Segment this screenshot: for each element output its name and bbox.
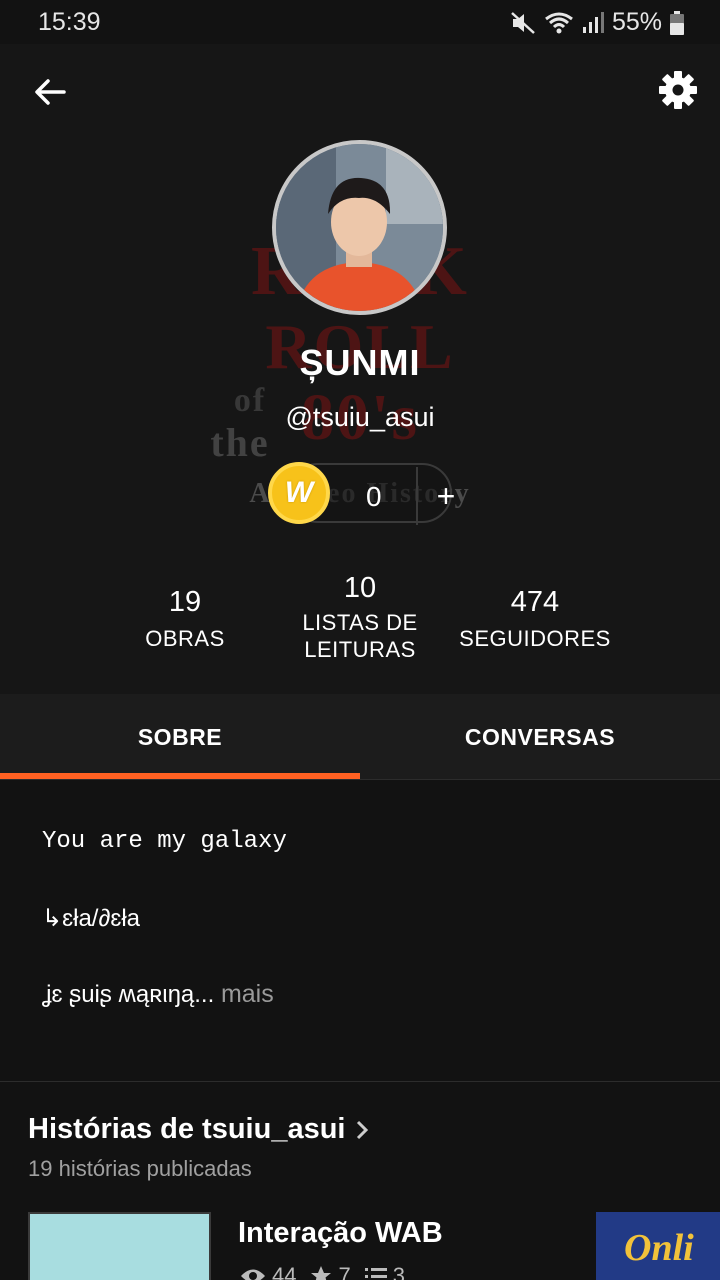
about-line: You are my galaxy xyxy=(42,828,287,855)
stories-section: Histórias de tsuiu_asui 19 histórias pub… xyxy=(0,1083,720,1280)
wattpad-coin-icon: W xyxy=(268,462,330,524)
settings-button[interactable] xyxy=(658,70,698,110)
avatar-photo xyxy=(276,144,443,311)
story-cover[interactable] xyxy=(28,1212,211,1280)
eye-icon xyxy=(241,1269,265,1280)
stat-value: 19 xyxy=(168,586,202,618)
coin-letter: W xyxy=(284,476,314,509)
display-name: ȘUNMI xyxy=(299,342,421,383)
profile-stats: 19 OBRAS 10 LISTAS DE LEITURAS 474 SEGUI… xyxy=(0,570,720,680)
stories-count: 19 histórias publicadas xyxy=(28,1156,252,1181)
gear-icon xyxy=(659,71,697,109)
story-cover-text: Onli xyxy=(624,1227,694,1269)
add-coins-button[interactable]: + xyxy=(420,467,472,525)
about-section: You are my galaxy ↳ɛła/∂ɛła ʝɛ ʂuiʂ ʍąʀι… xyxy=(0,780,720,1082)
chevron-right-icon xyxy=(356,1120,368,1139)
status-icons: 55% xyxy=(510,8,684,37)
story-views: 44 xyxy=(272,1263,297,1280)
stat-followers[interactable]: 474 SEGUIDORES xyxy=(455,586,615,652)
profile-header: ROCK ROLL of the 80's A Video History xyxy=(0,44,720,694)
about-line: ↳ɛła/∂ɛła xyxy=(42,905,141,932)
avatar[interactable] xyxy=(272,140,447,315)
stat-label: SEGUIDORES xyxy=(459,626,611,651)
status-time: 15:39 xyxy=(38,8,101,36)
story-title[interactable]: Interação WAB xyxy=(238,1217,443,1250)
active-tab-indicator xyxy=(0,773,360,779)
stories-title: Histórias de tsuiu_asui xyxy=(28,1113,346,1145)
battery-percent: 55% xyxy=(611,8,662,36)
tab-conversations[interactable]: CONVERSAS xyxy=(360,694,720,780)
story-votes: 7 xyxy=(338,1263,351,1280)
arrow-left-icon xyxy=(35,79,66,105)
about-line-text: ʝɛ ʂuiʂ ʍąʀιŋą... xyxy=(42,981,215,1008)
back-button[interactable] xyxy=(30,72,70,112)
coin-widget: 0 + W xyxy=(268,462,455,525)
divider xyxy=(416,467,418,525)
coin-count: 0 xyxy=(366,481,382,512)
story-cover[interactable]: Onli xyxy=(596,1212,720,1280)
status-bar: 15:39 55% xyxy=(0,0,720,44)
stat-label: OBRAS xyxy=(145,626,225,651)
mute-icon xyxy=(511,11,535,34)
story-parts: 3 xyxy=(392,1263,405,1280)
stat-value: 10 xyxy=(343,572,377,604)
more-link[interactable]: mais xyxy=(221,980,274,1008)
stat-reading-lists[interactable]: 10 LISTAS DE LEITURAS xyxy=(290,572,430,663)
battery-icon xyxy=(670,10,684,35)
stories-header[interactable]: Histórias de tsuiu_asui xyxy=(28,1113,370,1146)
stat-value: 474 xyxy=(510,586,560,618)
wifi-icon xyxy=(545,12,573,33)
star-icon xyxy=(311,1266,332,1280)
profile-tabs: SOBRE CONVERSAS xyxy=(0,694,720,780)
tab-about[interactable]: SOBRE xyxy=(0,694,360,780)
username: @tsuiu_asui xyxy=(285,402,435,432)
stat-label: LISTAS DE LEITURAS xyxy=(302,610,418,662)
about-line: ʝɛ ʂuiʂ ʍąʀιŋą... mais xyxy=(42,980,274,1009)
story-meta: 44 7 3 xyxy=(240,1263,405,1280)
stat-works[interactable]: 19 OBRAS xyxy=(120,586,250,652)
signal-icon xyxy=(582,11,604,33)
list-icon xyxy=(364,1268,387,1278)
